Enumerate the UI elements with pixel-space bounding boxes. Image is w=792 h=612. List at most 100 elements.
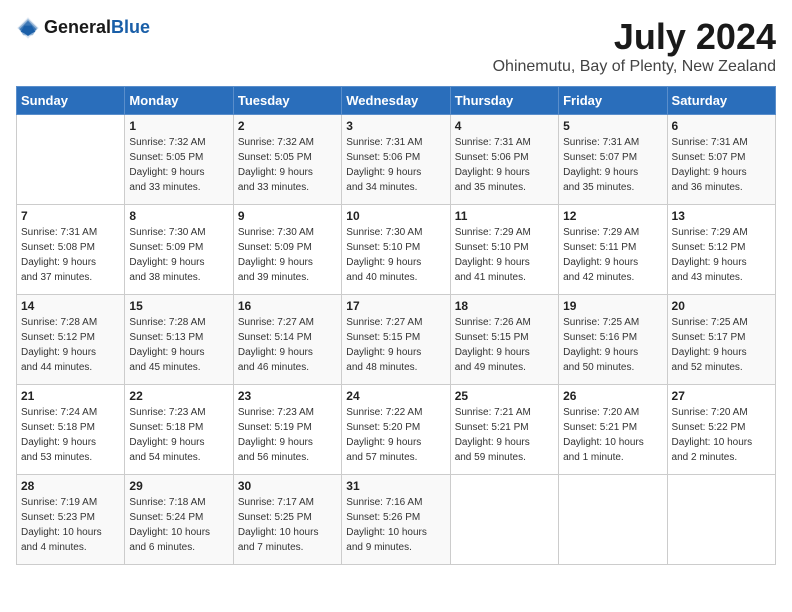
- location-subtitle: Ohinemutu, Bay of Plenty, New Zealand: [493, 58, 776, 76]
- calendar-week-5: 28 Sunrise: 7:19 AM Sunset: 5:23 PM Dayli…: [17, 475, 776, 565]
- cell-content: Sunrise: 7:23 AM Sunset: 5:18 PM Dayligh…: [129, 405, 228, 465]
- cell-content: Sunrise: 7:29 AM Sunset: 5:11 PM Dayligh…: [563, 225, 662, 285]
- cell-content: Sunrise: 7:21 AM Sunset: 5:21 PM Dayligh…: [455, 405, 554, 465]
- calendar-cell: 13 Sunrise: 7:29 AM Sunset: 5:12 PM Dayli…: [667, 205, 775, 295]
- day-number: 16: [238, 299, 337, 313]
- calendar-week-4: 21 Sunrise: 7:24 AM Sunset: 5:18 PM Dayli…: [17, 385, 776, 475]
- logo-text: GeneralBlue: [44, 18, 150, 38]
- cell-content: Sunrise: 7:20 AM Sunset: 5:21 PM Dayligh…: [563, 405, 662, 465]
- day-number: 19: [563, 299, 662, 313]
- cell-content: Sunrise: 7:31 AM Sunset: 5:07 PM Dayligh…: [672, 135, 771, 195]
- cell-content: Sunrise: 7:31 AM Sunset: 5:06 PM Dayligh…: [346, 135, 445, 195]
- cell-content: Sunrise: 7:32 AM Sunset: 5:05 PM Dayligh…: [129, 135, 228, 195]
- day-number: 22: [129, 389, 228, 403]
- day-number: 13: [672, 209, 771, 223]
- day-number: 6: [672, 119, 771, 133]
- day-number: 2: [238, 119, 337, 133]
- day-number: 28: [21, 479, 120, 493]
- cell-content: Sunrise: 7:18 AM Sunset: 5:24 PM Dayligh…: [129, 495, 228, 555]
- title-area: July 2024 Ohinemutu, Bay of Plenty, New …: [493, 16, 776, 76]
- calendar-header: SundayMondayTuesdayWednesdayThursdayFrid…: [17, 87, 776, 115]
- calendar-cell: 20 Sunrise: 7:25 AM Sunset: 5:17 PM Dayli…: [667, 295, 775, 385]
- day-number: 8: [129, 209, 228, 223]
- day-number: 25: [455, 389, 554, 403]
- cell-content: Sunrise: 7:24 AM Sunset: 5:18 PM Dayligh…: [21, 405, 120, 465]
- cell-content: Sunrise: 7:31 AM Sunset: 5:07 PM Dayligh…: [563, 135, 662, 195]
- day-number: 10: [346, 209, 445, 223]
- day-number: 17: [346, 299, 445, 313]
- calendar-cell: 18Sunrise: 7:26 AM Sunset: 5:15 PM Dayli…: [450, 295, 558, 385]
- cell-content: Sunrise: 7:25 AM Sunset: 5:16 PM Dayligh…: [563, 315, 662, 375]
- weekday-row: SundayMondayTuesdayWednesdayThursdayFrid…: [17, 87, 776, 115]
- cell-content: Sunrise: 7:28 AM Sunset: 5:12 PM Dayligh…: [21, 315, 120, 375]
- cell-content: Sunrise: 7:17 AM Sunset: 5:25 PM Dayligh…: [238, 495, 337, 555]
- calendar-cell: 24 Sunrise: 7:22 AM Sunset: 5:20 PM Dayli…: [342, 385, 450, 475]
- calendar-cell: 12 Sunrise: 7:29 AM Sunset: 5:11 PM Dayli…: [559, 205, 667, 295]
- weekday-header-saturday: Saturday: [667, 87, 775, 115]
- weekday-header-friday: Friday: [559, 87, 667, 115]
- header: GeneralBlue July 2024 Ohinemutu, Bay of …: [16, 16, 776, 76]
- calendar-cell: 8 Sunrise: 7:30 AM Sunset: 5:09 PM Daylig…: [125, 205, 233, 295]
- calendar-cell: 28 Sunrise: 7:19 AM Sunset: 5:23 PM Dayli…: [17, 475, 125, 565]
- cell-content: Sunrise: 7:27 AM Sunset: 5:14 PM Dayligh…: [238, 315, 337, 375]
- calendar-cell: 31Sunrise: 7:16 AM Sunset: 5:26 PM Dayli…: [342, 475, 450, 565]
- calendar-cell: 26Sunrise: 7:20 AM Sunset: 5:21 PM Dayli…: [559, 385, 667, 475]
- cell-content: Sunrise: 7:25 AM Sunset: 5:17 PM Dayligh…: [672, 315, 771, 375]
- calendar-cell: 5Sunrise: 7:31 AM Sunset: 5:07 PM Daylig…: [559, 115, 667, 205]
- calendar-cell: 4Sunrise: 7:31 AM Sunset: 5:06 PM Daylig…: [450, 115, 558, 205]
- cell-content: Sunrise: 7:27 AM Sunset: 5:15 PM Dayligh…: [346, 315, 445, 375]
- cell-content: Sunrise: 7:29 AM Sunset: 5:12 PM Dayligh…: [672, 225, 771, 285]
- calendar-cell: [559, 475, 667, 565]
- calendar-cell: 14 Sunrise: 7:28 AM Sunset: 5:12 PM Dayli…: [17, 295, 125, 385]
- calendar-cell: 21 Sunrise: 7:24 AM Sunset: 5:18 PM Dayli…: [17, 385, 125, 475]
- weekday-header-tuesday: Tuesday: [233, 87, 341, 115]
- calendar-cell: 17 Sunrise: 7:27 AM Sunset: 5:15 PM Dayli…: [342, 295, 450, 385]
- day-number: 14: [21, 299, 120, 313]
- calendar-cell: 15 Sunrise: 7:28 AM Sunset: 5:13 PM Dayli…: [125, 295, 233, 385]
- calendar-table: SundayMondayTuesdayWednesdayThursdayFrid…: [16, 86, 776, 565]
- calendar-cell: 3Sunrise: 7:31 AM Sunset: 5:06 PM Daylig…: [342, 115, 450, 205]
- day-number: 4: [455, 119, 554, 133]
- cell-content: Sunrise: 7:23 AM Sunset: 5:19 PM Dayligh…: [238, 405, 337, 465]
- logo-icon: [16, 16, 40, 40]
- day-number: 21: [21, 389, 120, 403]
- weekday-header-sunday: Sunday: [17, 87, 125, 115]
- calendar-cell: 25 Sunrise: 7:21 AM Sunset: 5:21 PM Dayli…: [450, 385, 558, 475]
- day-number: 29: [129, 479, 228, 493]
- day-number: 24: [346, 389, 445, 403]
- weekday-header-thursday: Thursday: [450, 87, 558, 115]
- calendar-week-3: 14 Sunrise: 7:28 AM Sunset: 5:12 PM Dayli…: [17, 295, 776, 385]
- cell-content: Sunrise: 7:19 AM Sunset: 5:23 PM Dayligh…: [21, 495, 120, 555]
- calendar-cell: 23Sunrise: 7:23 AM Sunset: 5:19 PM Dayli…: [233, 385, 341, 475]
- cell-content: Sunrise: 7:22 AM Sunset: 5:20 PM Dayligh…: [346, 405, 445, 465]
- calendar-week-1: 1 Sunrise: 7:32 AM Sunset: 5:05 PM Daylig…: [17, 115, 776, 205]
- calendar-cell: 29 Sunrise: 7:18 AM Sunset: 5:24 PM Dayli…: [125, 475, 233, 565]
- cell-content: Sunrise: 7:30 AM Sunset: 5:10 PM Dayligh…: [346, 225, 445, 285]
- day-number: 20: [672, 299, 771, 313]
- calendar-cell: [667, 475, 775, 565]
- calendar-cell: 30Sunrise: 7:17 AM Sunset: 5:25 PM Dayli…: [233, 475, 341, 565]
- calendar-cell: 2 Sunrise: 7:32 AM Sunset: 5:05 PM Daylig…: [233, 115, 341, 205]
- day-number: 15: [129, 299, 228, 313]
- cell-content: Sunrise: 7:28 AM Sunset: 5:13 PM Dayligh…: [129, 315, 228, 375]
- day-number: 1: [129, 119, 228, 133]
- calendar-cell: 27Sunrise: 7:20 AM Sunset: 5:22 PM Dayli…: [667, 385, 775, 475]
- weekday-header-wednesday: Wednesday: [342, 87, 450, 115]
- logo-general: General: [44, 17, 111, 37]
- calendar-cell: 6 Sunrise: 7:31 AM Sunset: 5:07 PM Daylig…: [667, 115, 775, 205]
- cell-content: Sunrise: 7:16 AM Sunset: 5:26 PM Dayligh…: [346, 495, 445, 555]
- calendar-cell: 7Sunrise: 7:31 AM Sunset: 5:08 PM Daylig…: [17, 205, 125, 295]
- cell-content: Sunrise: 7:32 AM Sunset: 5:05 PM Dayligh…: [238, 135, 337, 195]
- logo-blue: Blue: [111, 17, 150, 37]
- day-number: 7: [21, 209, 120, 223]
- calendar-cell: 1 Sunrise: 7:32 AM Sunset: 5:05 PM Daylig…: [125, 115, 233, 205]
- calendar-cell: [17, 115, 125, 205]
- weekday-header-monday: Monday: [125, 87, 233, 115]
- cell-content: Sunrise: 7:30 AM Sunset: 5:09 PM Dayligh…: [129, 225, 228, 285]
- calendar-cell: 19 Sunrise: 7:25 AM Sunset: 5:16 PM Dayli…: [559, 295, 667, 385]
- day-number: 9: [238, 209, 337, 223]
- calendar-cell: 9Sunrise: 7:30 AM Sunset: 5:09 PM Daylig…: [233, 205, 341, 295]
- day-number: 12: [563, 209, 662, 223]
- calendar-cell: 16 Sunrise: 7:27 AM Sunset: 5:14 PM Dayli…: [233, 295, 341, 385]
- calendar-body: 1 Sunrise: 7:32 AM Sunset: 5:05 PM Daylig…: [17, 115, 776, 565]
